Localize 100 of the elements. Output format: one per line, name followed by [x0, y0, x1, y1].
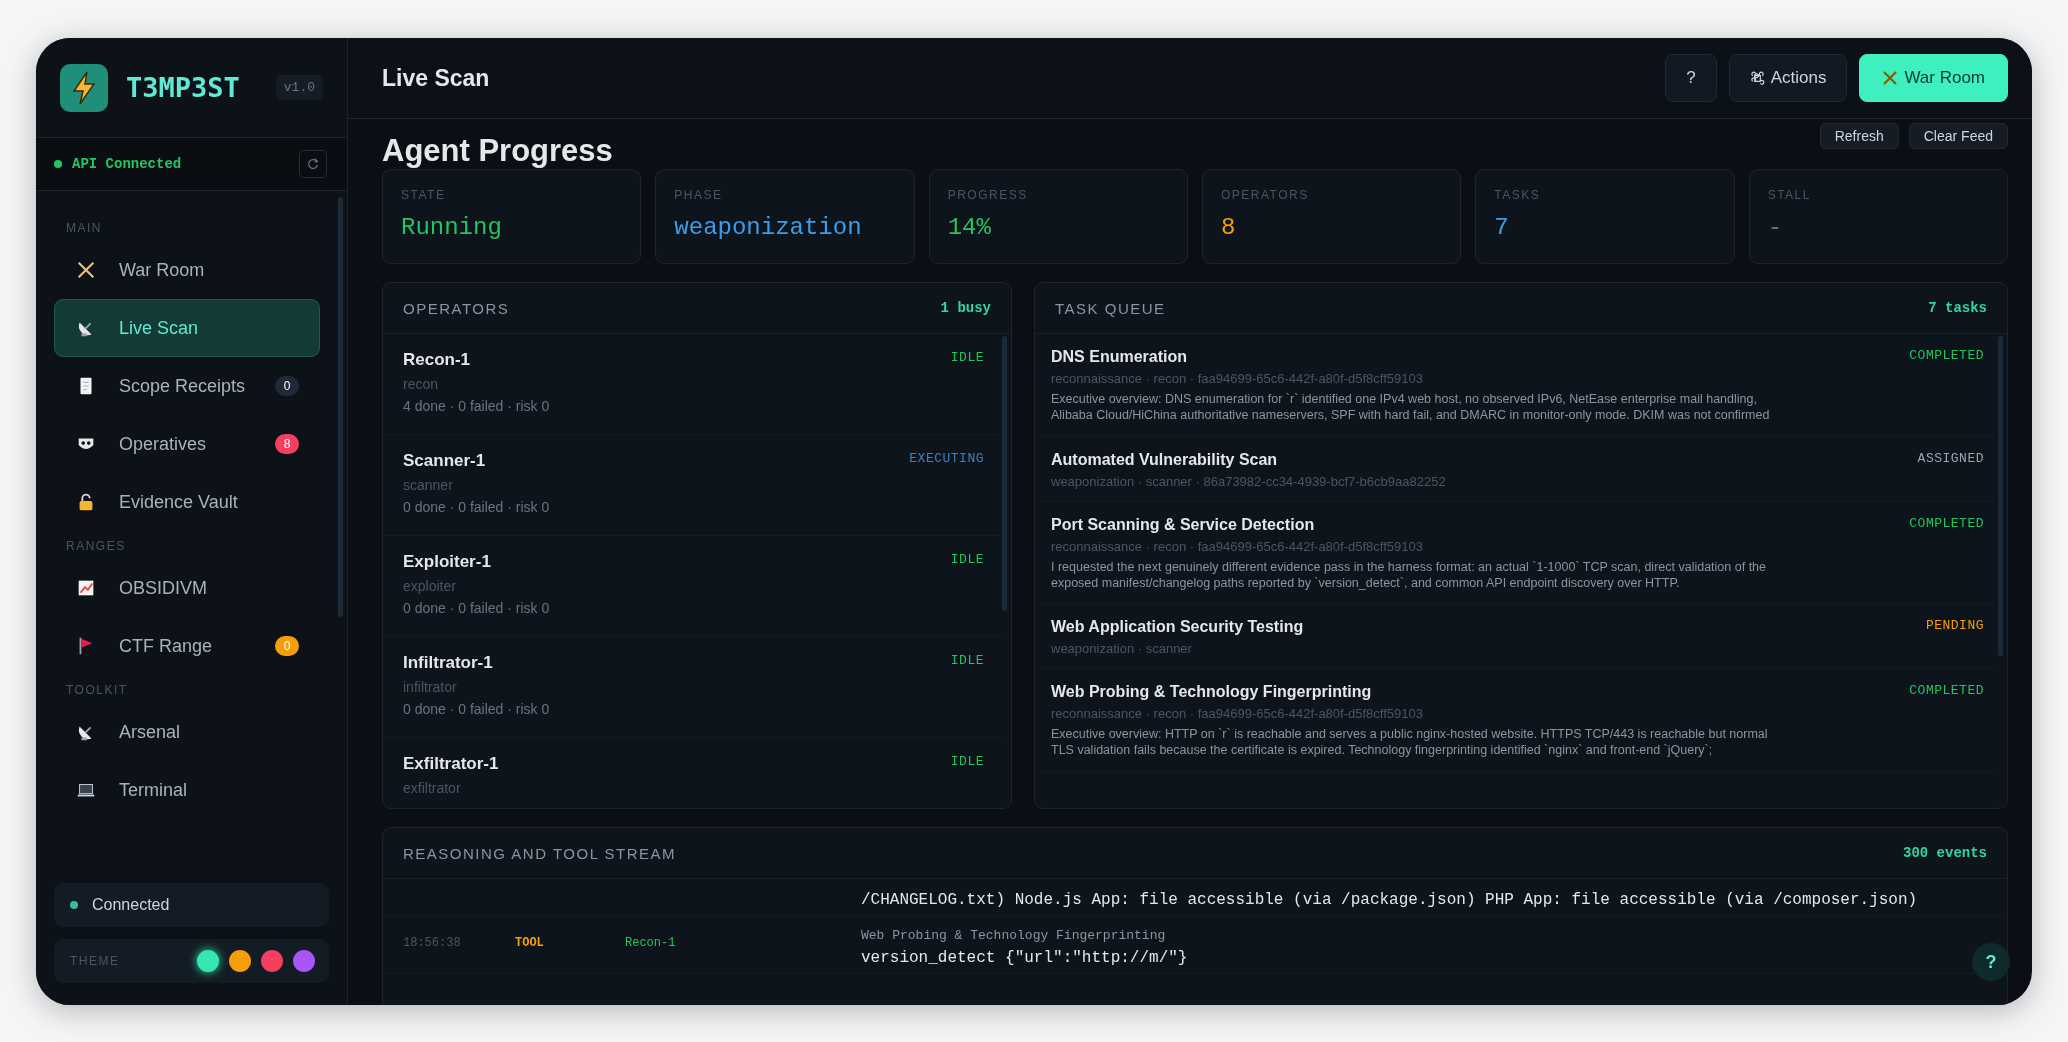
event-type: TOOL [515, 936, 544, 950]
operator-role: exfiltrator [403, 780, 462, 796]
panel-count: 300 events [1903, 845, 1987, 861]
operator-stats: 0 done · 0 failed · risk 0 [403, 499, 550, 515]
nav-item[interactable]: Scope Receipts 0 [54, 357, 320, 415]
operator-name: Exploiter-1 [403, 552, 492, 572]
command-key-icon [1749, 70, 1765, 86]
scrollbar[interactable] [338, 197, 343, 617]
task-summary: Executive overview: DNS enumeration for `r` identified one IPv4 web host, no observed IPv6, NetEase enterprise mail handling, Alibaba Cloud/HiChina authoritative nameservers, SPF with hard fail, and DMARC in monitor-only mode. DKIM was not confirmed [1051, 391, 1771, 424]
stat-label: PHASE [674, 188, 724, 202]
task-title: Automated Vulnerability Scan [1051, 450, 1279, 469]
theme-swatch[interactable] [197, 950, 219, 972]
nav-item[interactable]: OBSIDIVM [54, 559, 320, 617]
count-badge: 0 [275, 376, 299, 396]
event-agent: Recon-1 [625, 936, 676, 950]
event-detail: /CHANGELOG.txt) Node.js App: file accessible (via /package.json) PHP App: file accessible (via /composer.json) [861, 891, 1918, 909]
bolt-logo-icon [60, 63, 108, 112]
task-title: Web Application Security Testing [1051, 618, 1305, 636]
stat-label: STALL [1767, 188, 1812, 202]
stat-label: OPERATORS [1221, 188, 1310, 202]
status-label: IDLE [950, 754, 984, 771]
scrollbar[interactable] [1002, 336, 1007, 611]
stat-label: TASKS [1494, 188, 1542, 202]
task-summary: I requested the next genuinely different evidence pass in the harness format: an actual `1-1000` TCP scan, direct validation of the exposed manifest/changelog paths reported by `version_detect`, and common API endpoint discovery over HTTP. [1051, 558, 1767, 591]
app-name: T3MP3ST [126, 72, 241, 103]
stat-value: 7 [1494, 214, 1510, 241]
version-tag: v1.0 [275, 75, 323, 100]
count-badge: 0 [275, 636, 299, 656]
operator-role: scanner [403, 477, 454, 493]
nav-item[interactable]: Arsenal [54, 703, 320, 761]
help-button[interactable]: ? [1665, 54, 1717, 102]
operator-name: Scanner-1 [403, 451, 487, 471]
event-detail: version_detect {"url":"http://m/"} [861, 949, 1188, 967]
operator-role: exploiter [403, 578, 457, 594]
operator-stats: 0 done · 0 failed · risk 0 [403, 600, 550, 616]
status-label: COMPLETED [1909, 515, 1984, 533]
war-room-button[interactable]: War Room [1859, 54, 2008, 102]
count-badge: 8 [275, 434, 299, 454]
nav-item[interactable]: Operatives 8 [54, 415, 320, 473]
panel-count: 1 busy [940, 300, 991, 316]
event-time: 18:56:38 [403, 936, 461, 950]
operator-role: recon [403, 376, 440, 392]
panel-title: TASK QUEUE [1055, 299, 1166, 317]
refresh-button[interactable] [299, 150, 327, 178]
section-title: Agent Progress [382, 133, 613, 169]
status-label: ASSIGNED [1917, 450, 1984, 468]
task-title: DNS Enumeration [1051, 348, 1188, 366]
theme-swatch[interactable] [261, 950, 283, 972]
panel-title: OPERATORS [403, 299, 510, 317]
feed-button[interactable]: Clear Feed [1908, 123, 2008, 149]
stat-value: - [1767, 214, 1784, 241]
theme-swatch[interactable] [229, 950, 251, 972]
operator-stats: 0 done · 0 failed · risk 0 [403, 701, 550, 717]
task-title: Port Scanning & Service Detection [1051, 515, 1316, 534]
status-label: IDLE [950, 653, 984, 670]
panel-count: 7 tasks [1928, 300, 1987, 316]
status-dot [54, 160, 62, 168]
operator-name: Infiltrator-1 [403, 653, 494, 673]
nav-item[interactable]: War Room [54, 241, 320, 299]
task-summary: Executive overview: HTTP on `r` is reachable and serves a public nginx-hosted website. HTTPS TCP/443 is reachable but normal TLS validation fails because the certificate is expired. Technology fingerprinting identified `nginx` and front-end `jQuery`; [1051, 726, 1769, 759]
refresh-icon [306, 157, 320, 171]
api-status: API Connected [72, 156, 183, 172]
task-meta: reconnaissance · recon · faa94699-65c6-442f-a80f-d5f8cff59103 [1051, 371, 1424, 386]
scrollbar[interactable] [1998, 336, 2003, 656]
actions-button[interactable]: Actions [1728, 54, 1848, 102]
stat-label: STATE [401, 188, 447, 202]
operator-stats: 4 done · 0 failed · risk 0 [403, 398, 550, 414]
nav-item[interactable]: Terminal [54, 761, 320, 819]
status-label: IDLE [950, 552, 984, 569]
stat-value: 14% [947, 214, 992, 241]
status-label: PENDING [1925, 618, 1984, 635]
panel-title: REASONING AND TOOL STREAM [403, 844, 677, 862]
section-label: TOOLKIT [65, 682, 129, 699]
section-label: MAIN [65, 220, 103, 237]
operator-name: Exfiltrator-1 [403, 754, 499, 774]
theme-swatch[interactable] [293, 950, 315, 972]
stat-value: 8 [1221, 214, 1237, 241]
crossed-swords-icon [1882, 70, 1899, 86]
connection-status: Connected [54, 883, 329, 927]
event-title: Web Probing & Technology Fingerprinting [861, 928, 1167, 943]
section-label: RANGES [65, 538, 127, 555]
status-label: COMPLETED [1909, 683, 1984, 700]
task-meta: weaponization · scanner · 86a73982-cc34-4939-bcf7-b6cb9aa82252 [1051, 473, 1447, 489]
operator-name: Recon-1 [403, 350, 472, 370]
stat-label: PROGRESS [947, 188, 1029, 202]
task-title: Web Probing & Technology Fingerprinting [1051, 683, 1373, 701]
status-label: IDLE [950, 350, 984, 367]
page-title: Live Scan [382, 64, 490, 92]
status-label: EXECUTING [909, 451, 984, 468]
task-meta: weaponization · scanner [1051, 641, 1193, 656]
feed-button[interactable]: Refresh [1819, 123, 1899, 149]
operator-role: infiltrator [403, 679, 458, 695]
status-label: COMPLETED [1909, 348, 1984, 365]
task-meta: reconnaissance · recon · faa94699-65c6-442f-a80f-d5f8cff59103 [1051, 706, 1424, 721]
stat-value: weaponization [674, 214, 863, 241]
nav-item[interactable]: Live Scan [54, 299, 320, 357]
swords-icon [75, 259, 97, 281]
nav-item[interactable]: CTF Range 0 [54, 617, 320, 675]
nav-item[interactable]: Evidence Vault [54, 473, 320, 531]
theme-label: THEME [70, 954, 121, 968]
